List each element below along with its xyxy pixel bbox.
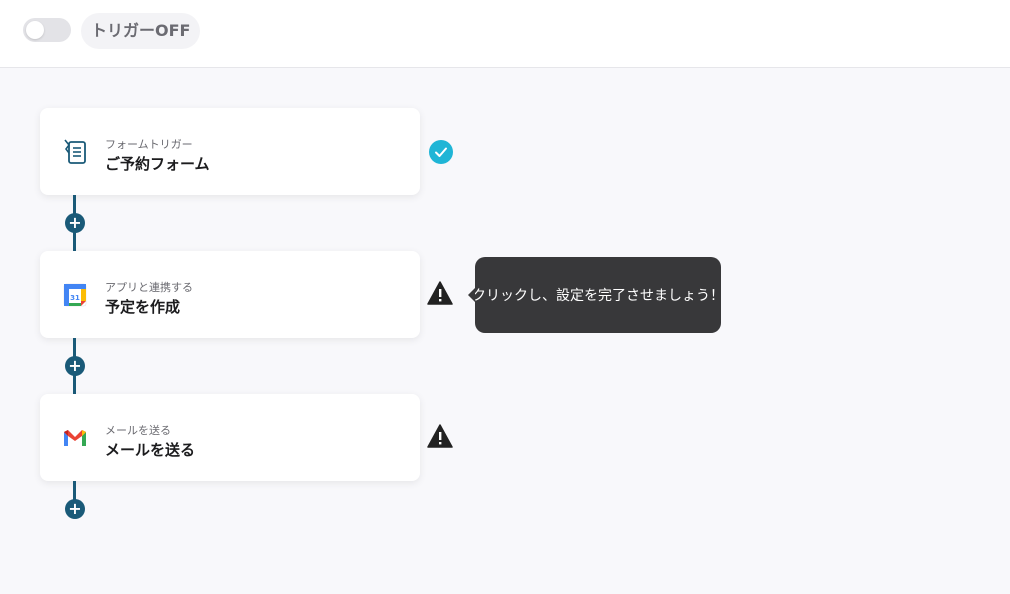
trigger-status-label: トリガーOFF bbox=[81, 13, 201, 49]
flow-step-card-create-event[interactable]: 31 アプリと連携する 予定を作成 bbox=[40, 251, 420, 338]
google-calendar-icon: 31 bbox=[60, 280, 90, 310]
step-subtitle: メールを送る bbox=[105, 424, 171, 437]
setup-tooltip: クリックし、設定を完了させましょう！ bbox=[468, 257, 724, 333]
form-icon bbox=[60, 137, 90, 167]
flow-step-card-send-mail[interactable]: メールを送る メールを送る bbox=[40, 394, 420, 481]
tooltip-text: クリックし、設定を完了させましょう！ bbox=[472, 288, 724, 304]
warning-icon bbox=[427, 280, 453, 306]
top-bar: トリガーOFF bbox=[0, 0, 1010, 68]
step-title: 予定を作成 bbox=[105, 298, 181, 316]
trigger-toggle[interactable] bbox=[23, 18, 71, 42]
gmail-icon bbox=[60, 423, 90, 453]
toggle-knob bbox=[26, 21, 44, 39]
step-subtitle: フォームトリガー bbox=[105, 138, 193, 151]
add-step-button[interactable]: + bbox=[65, 356, 85, 376]
flow-step-card-form-trigger[interactable]: フォームトリガー ご予約フォーム bbox=[40, 108, 420, 195]
svg-text:31: 31 bbox=[70, 294, 80, 302]
add-step-button[interactable]: + bbox=[65, 499, 85, 519]
step-title: ご予約フォーム bbox=[105, 155, 210, 173]
step-subtitle: アプリと連携する bbox=[105, 281, 193, 294]
check-circle-icon bbox=[428, 139, 454, 165]
step-title: メールを送る bbox=[105, 441, 196, 459]
warning-icon bbox=[427, 423, 453, 449]
tooltip-arrow bbox=[468, 288, 475, 302]
add-step-button[interactable]: + bbox=[65, 213, 85, 233]
